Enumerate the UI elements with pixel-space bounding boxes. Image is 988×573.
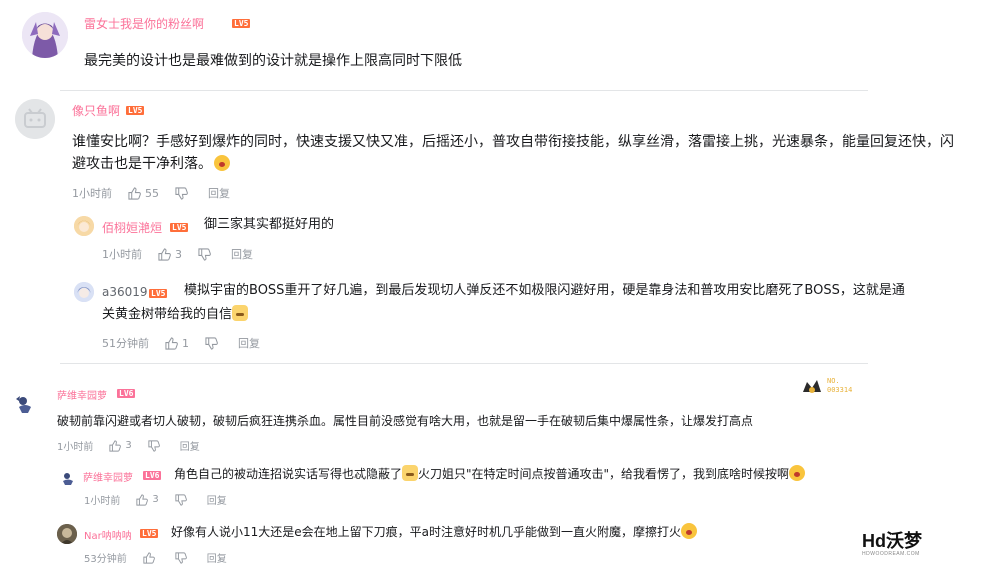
thumb-up-icon (143, 551, 155, 564)
comment-meta: 1小时前 55 回复 (72, 185, 246, 201)
comment-username[interactable]: 雷女士我是你的粉丝啊 (84, 15, 204, 32)
like-button[interactable]: 55 (128, 187, 159, 200)
reply-button[interactable]: 回复 (231, 246, 253, 262)
like-button[interactable]: 3 (158, 248, 182, 261)
like-count: 1 (182, 336, 189, 350)
fan-badge-icon (803, 380, 821, 393)
level-badge: LV5 (232, 19, 251, 28)
thumb-up-icon (136, 493, 149, 506)
thumb-down-icon (198, 247, 211, 261)
dislike-button[interactable] (175, 493, 191, 506)
reply-text: 好像有人说小11大还是e会在地上留下刀痕，平a时注意好时机几乎能做到一直火附魔，… (171, 521, 698, 543)
like-button[interactable]: 1 (165, 337, 189, 350)
comment-text: 避攻击也是干净利落。 (72, 152, 230, 176)
reply-text: 模拟宇宙的BOSS重开了好几遍，到最后发现切人弹反还不如极限闪避好用，硬是靠身法… (184, 283, 905, 298)
watermark-logo: Hd沃梦 HDWOODREAM.COM (862, 531, 922, 557)
fan-badge: NO. 003314 (801, 377, 865, 397)
thumb-up-icon (109, 439, 122, 452)
dislike-button[interactable] (205, 336, 222, 350)
thumb-down-icon (148, 439, 160, 452)
like-button[interactable] (143, 551, 159, 564)
thumb-down-icon (175, 551, 187, 564)
like-count: 55 (145, 186, 159, 200)
thumb-up-icon (128, 186, 141, 200)
comment-username[interactable]: 萨维幸园萝 (57, 387, 107, 402)
comment-text: 谁懂安比啊？手感好到爆炸的同时，快速支援又快又准，后摇还小，普攻自带衔接技能，纵… (72, 134, 954, 150)
like-count: 3 (152, 494, 159, 505)
watermark-sub: HDWOODREAM.COM (862, 551, 920, 557)
like-count: 3 (125, 440, 132, 451)
thumb-up-icon (158, 247, 171, 261)
fan-badge-number: 003314 (827, 386, 853, 394)
comment-meta: 1小时前 3 回复 (57, 438, 216, 453)
reply-time: 1小时前 (84, 496, 121, 507)
avatar[interactable] (60, 470, 76, 486)
like-count: 3 (175, 247, 182, 261)
reply-meta: 53分钟前 回复 (84, 550, 243, 565)
reply-meta: 51分钟前 1 回复 (102, 335, 276, 351)
reply-username[interactable]: Nar呐呐呐 (84, 527, 132, 542)
reply-meta: 1小时前 3 回复 (84, 492, 243, 507)
reply-button[interactable]: 回复 (208, 185, 230, 201)
reply-meta: 1小时前 3 回复 (102, 246, 269, 262)
comment-text: 最完美的设计也是最难做到的设计就是操作上限高同时下限低 (84, 53, 462, 69)
reply-text: 角色自己的被动连招说实话写得也忒隐蔽了 火刀姐只"在特定时间点按普通攻击"，给我看… (174, 463, 806, 485)
reply-text-line2: 关黄金树带给我的自信 (102, 307, 233, 322)
comment-text: 破韧前靠闪避或者切人破韧，破韧后疯狂连携杀血。属性目前没感觉有啥大用，也就是留一… (57, 414, 754, 428)
cat-emoji-icon (402, 465, 419, 481)
thumb-down-icon (205, 336, 218, 350)
thumb-up-icon (165, 336, 178, 350)
dislike-button[interactable] (198, 247, 215, 261)
reply-text-part1: 角色自己的被动连招说实话写得也忒隐蔽了 (174, 467, 403, 481)
thumb-down-icon (175, 493, 187, 506)
avatar[interactable] (74, 216, 94, 236)
fan-badge-label: NO. (827, 377, 840, 385)
shock-emoji-icon (681, 523, 698, 539)
reply-button[interactable]: 回复 (180, 438, 200, 453)
like-button[interactable]: 3 (109, 439, 132, 452)
dislike-button[interactable] (148, 439, 164, 452)
watermark-main: Hd沃梦 (862, 531, 922, 551)
avatar[interactable] (15, 99, 55, 139)
level-badge: LV5 (170, 223, 189, 232)
reply-username[interactable]: 佰栩姮滟烜 (102, 219, 162, 236)
avatar[interactable] (14, 393, 36, 415)
reply-username[interactable]: 萨维幸园萝 (83, 469, 133, 484)
comment-username[interactable]: 像只鱼啊 (72, 102, 120, 119)
reply-button[interactable]: 回复 (238, 335, 260, 351)
reply-time: 1小时前 (102, 248, 142, 261)
level-badge: LV6 (117, 389, 136, 398)
reply-text: 关黄金树带给我的自信 (102, 304, 249, 326)
avatar[interactable] (22, 12, 68, 58)
reply-text-part2: 火刀姐只"在特定时间点按普通攻击"，给我看愣了，我到底啥时候按啊 (418, 467, 790, 481)
avatar[interactable] (74, 282, 94, 302)
thumb-down-icon (175, 186, 188, 200)
level-badge: LV5 (140, 529, 159, 538)
reply-time: 51分钟前 (102, 337, 149, 350)
dislike-button[interactable] (175, 186, 192, 200)
reply-username[interactable]: a36019 (102, 285, 148, 299)
level-badge: LV5 (149, 289, 168, 298)
reply-time: 53分钟前 (84, 554, 127, 565)
comment-time: 1小时前 (72, 187, 112, 200)
comment-text-line2: 避攻击也是干净利落。 (72, 156, 212, 172)
avatar[interactable] (57, 524, 77, 544)
like-button[interactable]: 3 (136, 493, 159, 506)
reply-text-body: 好像有人说小11大还是e会在地上留下刀痕，平a时注意好时机几乎能做到一直火附魔，… (171, 525, 682, 539)
reply-text: 御三家其实都挺好用的 (204, 217, 335, 232)
cat-emoji-icon (232, 305, 249, 321)
level-badge: LV5 (126, 106, 145, 115)
sweat-emoji-icon (789, 465, 806, 481)
dislike-button[interactable] (175, 551, 191, 564)
reply-button[interactable]: 回复 (207, 492, 227, 507)
shock-emoji-icon (214, 155, 230, 171)
divider (60, 363, 868, 364)
comment-time: 1小时前 (57, 442, 94, 453)
reply-button[interactable]: 回复 (207, 550, 227, 565)
level-badge: LV6 (143, 471, 162, 480)
divider (60, 90, 868, 91)
